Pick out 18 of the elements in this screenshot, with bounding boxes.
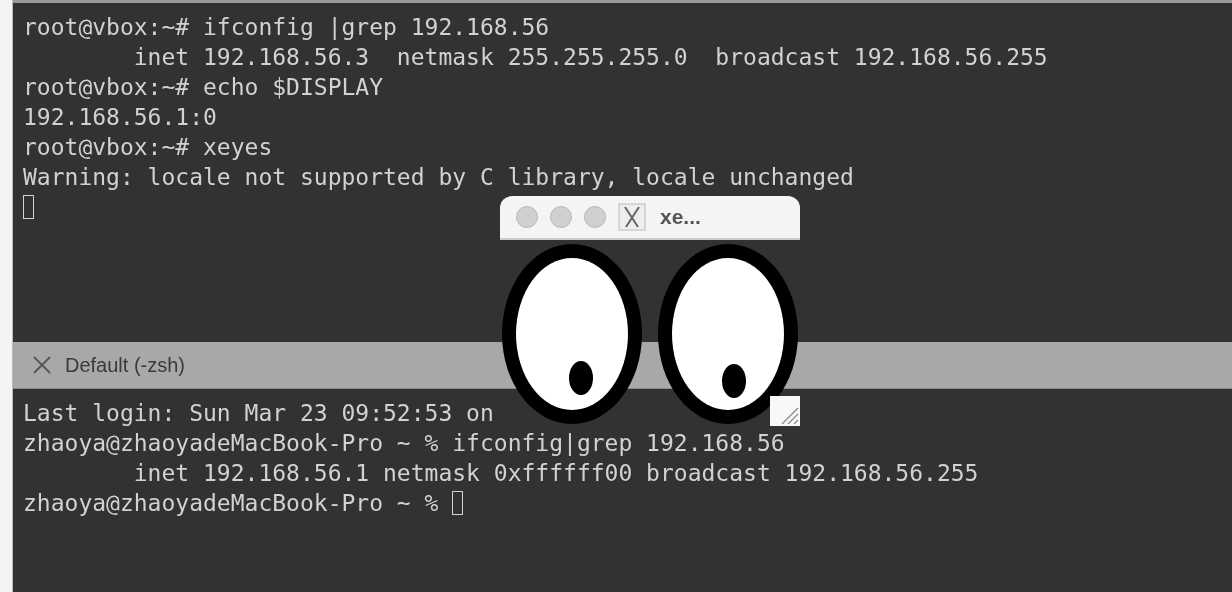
window-button[interactable] <box>550 206 572 228</box>
tab-title: Default (-zsh) <box>65 353 186 377</box>
window-button[interactable] <box>516 206 538 228</box>
terminal-line: Last login: Sun Mar 23 09:52:53 on <box>23 400 494 427</box>
resize-handle[interactable] <box>770 396 800 426</box>
terminal-line: root@vbox:~# echo $DISPLAY <box>23 74 384 100</box>
terminal-line: zhaoya@zhaoyadeMacBook-Pro ~ % <box>23 490 439 517</box>
terminal-line: root@vbox:~# ifconfig |grep 192.168.56 <box>23 14 550 40</box>
window-button[interactable] <box>584 206 606 228</box>
close-icon[interactable] <box>33 356 51 375</box>
x-logo-icon <box>618 203 646 231</box>
terminal-line: 192.168.56.1:0 <box>23 104 217 130</box>
terminal-line: root@vbox:~# xeyes <box>23 134 273 160</box>
terminal-line: zhaoya@zhaoyadeMacBook-Pro ~ % ifconfig|grep 192.168.56 <box>23 430 785 457</box>
terminal-line: inet 192.168.56.3 netmask 255.255.255.0 broadcast 192.168.56.255 <box>132 44 1048 70</box>
terminal-line: Warning: locale not supported by C library, locale unchanged <box>23 164 854 190</box>
window-title: xe... <box>660 205 701 229</box>
terminal-line: inet 192.168.56.1 netmask 0xffffff00 broadcast 192.168.56.255 <box>132 460 979 487</box>
